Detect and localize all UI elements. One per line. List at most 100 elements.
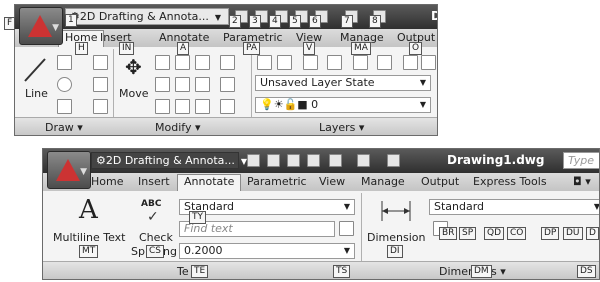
key-tip-dim-style-launcher: DS [577, 265, 596, 278]
break-icon[interactable] [220, 77, 235, 92]
title-fragment: D [431, 9, 437, 23]
rotate-icon[interactable] [93, 55, 108, 70]
layers-panel-label[interactable]: Layers ▾ [319, 121, 364, 134]
spelling-label-end[interactable]: ng [163, 245, 177, 258]
qsaveas-icon[interactable] [307, 154, 320, 167]
move-label[interactable]: Move [119, 87, 149, 100]
fillet-icon[interactable] [195, 77, 210, 92]
qopen-icon[interactable] [267, 154, 280, 167]
erase-icon[interactable] [155, 99, 170, 114]
chevron-down-icon: ▼ [593, 202, 600, 211]
dimension-style-dropdown[interactable]: Standard ▼ [429, 199, 600, 215]
check-icon[interactable]: ✓ [147, 209, 159, 225]
qnew-icon[interactable] [247, 154, 260, 167]
layer-dropdown[interactable]: 💡☀🔓■ 0 ▼ [255, 97, 431, 113]
key-tip-manage: MA [351, 42, 371, 55]
key-tip-text-style-launcher: TS [333, 265, 351, 278]
stretch-icon[interactable] [175, 55, 190, 70]
dimension-label[interactable]: Dimension [367, 231, 425, 244]
key-tip-home: H [75, 42, 88, 55]
line-icon[interactable] [23, 55, 49, 85]
chevron-down-icon: ▼ [52, 23, 59, 33]
layer-off-icon[interactable] [353, 55, 368, 70]
tab-annotate[interactable]: Annotate [177, 174, 242, 191]
trim-icon[interactable] [220, 55, 235, 70]
key-tip-qat-1: 2 [229, 15, 241, 28]
array-icon[interactable] [155, 77, 170, 92]
key-tip-output: O [409, 42, 423, 55]
layer-iso-icon[interactable] [303, 55, 318, 70]
workspace-switcher[interactable]: ⚙2D Drafting & Annota...▼ [65, 8, 229, 25]
qplot-icon[interactable] [387, 154, 400, 167]
multiline-text-icon[interactable]: A [79, 195, 98, 225]
chevron-down-icon: ▼ [80, 167, 87, 177]
chevron-down-icon: ▼ [343, 246, 350, 255]
dimensions-panel-label[interactable]: Dimen [439, 265, 475, 278]
panel-title-bar: Te TE TS Dimen DM s ▾ DS [43, 261, 599, 279]
explode-icon[interactable] [175, 99, 190, 114]
key-tip-adjust-space: SP [459, 227, 477, 240]
line-label[interactable]: Line [25, 87, 48, 100]
qsave-icon[interactable] [287, 154, 300, 167]
text-panel-label[interactable]: Te [177, 265, 189, 278]
key-tip-dimension: DI [387, 245, 403, 258]
application-button[interactable]: ▼ [47, 151, 91, 189]
mirror-icon[interactable] [175, 77, 190, 92]
move-icon[interactable]: ✥ [125, 55, 142, 79]
search-box[interactable]: Type [563, 152, 599, 169]
tab-output[interactable]: Output [421, 175, 459, 188]
qundo-icon[interactable] [329, 154, 342, 167]
scale-icon[interactable] [195, 55, 210, 70]
tab-manage[interactable]: Manage [361, 175, 405, 188]
tab-insert[interactable]: Insert [138, 175, 170, 188]
key-tip-dimensions-panel: DM [471, 265, 492, 278]
application-button[interactable]: ▼ [19, 7, 63, 45]
layer-match-icon[interactable] [403, 55, 418, 70]
dimensions-panel-label-end[interactable]: s ▾ [491, 265, 506, 278]
circle-icon[interactable] [57, 77, 72, 92]
key-tip-file: F [4, 17, 16, 30]
spelling-label-start[interactable]: Sp [131, 245, 145, 258]
rectangle-icon[interactable] [93, 77, 108, 92]
layer-unisolate-icon[interactable] [327, 55, 342, 70]
chevron-down-icon: ▼ [343, 202, 350, 211]
tab-express-tools[interactable]: Express Tools [473, 175, 547, 188]
layer-states-icon[interactable] [277, 55, 292, 70]
check-spelling-label[interactable]: Check [139, 231, 173, 244]
text-height-dropdown[interactable]: 0.2000 ▼ [179, 243, 355, 259]
key-tip-dim-p: DP [541, 227, 560, 240]
tab-home[interactable]: Home [91, 175, 123, 188]
layer-state-dropdown[interactable]: Unsaved Layer State ▼ [255, 75, 431, 91]
find-replace-icon[interactable] [339, 221, 354, 236]
autocad-logo-icon [56, 159, 80, 181]
key-tip-qat-3: 4 [269, 15, 281, 28]
document-title: Drawing1.dwg [447, 153, 545, 167]
layer-previous-icon[interactable] [421, 55, 436, 70]
polyline-icon[interactable] [57, 55, 72, 70]
key-tip-dim-u: DU [563, 227, 583, 240]
multiline-text-label[interactable]: Multiline Text [53, 231, 125, 244]
draw-panel-label[interactable]: Draw ▾ [45, 121, 83, 134]
arc-icon[interactable] [57, 99, 72, 114]
layer-properties-icon[interactable] [257, 55, 272, 70]
modify-panel-label[interactable]: Modify ▾ [155, 121, 200, 134]
key-tip-qat-2: 3 [249, 15, 261, 28]
dimension-icon[interactable] [379, 197, 413, 225]
key-tip-qat-7: 8 [369, 15, 381, 28]
offset-icon[interactable] [195, 99, 210, 114]
key-tip-insert: IN [119, 42, 135, 55]
copy-icon[interactable] [155, 55, 170, 70]
join-icon[interactable] [220, 99, 235, 114]
top-ribbon-screenshot: ⚙2D Drafting & Annota...▼ D ▼ 1 2 3 4 5 … [14, 4, 438, 136]
abc-icon[interactable]: ABC [141, 199, 161, 209]
tab-parametric[interactable]: Parametric [247, 175, 307, 188]
panel-title-bar: Draw ▾ Modify ▾ Layers ▾ [15, 117, 437, 135]
ribbon-minimize-button[interactable]: ◘ ▾ [573, 175, 591, 188]
key-tip-text-style: TY [189, 211, 206, 224]
tab-view[interactable]: View [319, 175, 345, 188]
layer-freeze-icon[interactable] [377, 55, 392, 70]
bottom-ribbon-screenshot: ⚙2D Drafting & Annota... ▼ Drawing1.dwg T… [42, 148, 600, 280]
hatch-icon[interactable] [93, 99, 108, 114]
qredo-icon[interactable] [357, 154, 370, 167]
workspace-switcher[interactable]: ⚙2D Drafting & Annota...▼ [91, 152, 247, 169]
